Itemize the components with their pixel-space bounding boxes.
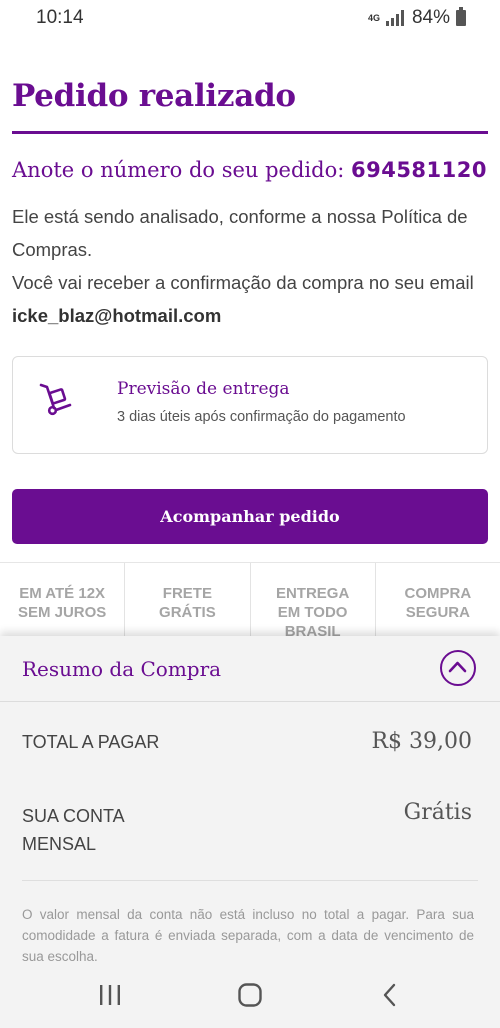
total-value: R$ 39,00 [371,729,472,754]
confirmation-text: Você vai receber a confirmação da compra… [12,266,488,332]
benefit-installments: EM ATÉ 12X SEM JUROS [0,563,126,637]
monthly-label: SUA CONTA MENSAL [22,802,125,858]
order-info-text: Ele está sendo analisado, conforme a nos… [12,200,488,332]
title-divider [12,131,488,134]
delivery-estimate-card: Previsão de entrega 3 dias úteis após co… [12,356,488,454]
benefit-free-shipping: FRETE GRÁTIS [125,563,251,637]
recents-icon[interactable] [90,978,130,1012]
status-bar: 10:14 4G 84% [0,0,500,36]
billing-footnote: O valor mensal da conta não está incluso… [22,907,474,964]
analysis-text: Ele está sendo analisado, conforme a nos… [12,206,468,260]
battery-icon [456,7,466,26]
track-order-button[interactable]: Acompanhar pedido [12,489,488,544]
benefit-line: GRÁTIS [159,604,216,621]
order-number-line: Anote o número do seu pedido: 694581120 [12,158,487,182]
benefits-strip: EM ATÉ 12X SEM JUROS FRETE GRÁTIS ENTREG… [0,562,500,637]
benefit-line: SEGURA [405,604,470,621]
chevron-up-circle-icon[interactable] [440,650,476,686]
benefit-line: EM TODO [277,604,348,621]
benefit-line: EM ATÉ 12X [19,585,106,602]
monthly-label-line: SUA CONTA [22,806,125,826]
status-indicators: 4G 84% [366,7,466,29]
total-label: TOTAL A PAGAR [22,732,160,752]
status-time: 10:14 [36,7,84,28]
summary-divider [22,880,478,881]
benefit-line: FRETE [162,585,212,602]
summary-title: Resumo da Compra [22,657,222,681]
battery-percent: 84% [411,7,450,28]
benefit-line: SEM JUROS [17,604,107,621]
network-type-icon: 4G [367,12,380,23]
hand-truck-icon [39,383,72,416]
signal-icon [385,10,404,26]
benefit-nationwide-delivery: ENTREGA EM TODO BRASIL [251,563,376,637]
delivery-subtitle: 3 dias úteis após confirmação do pagamen… [117,409,406,425]
back-icon[interactable] [370,978,410,1012]
page-title: Pedido realizado [12,78,296,114]
benefit-line: COMPRA [404,585,472,602]
order-number-label: Anote o número do seu pedido: [12,158,351,182]
customer-email: icke_blaz@hotmail.com [12,305,222,326]
monthly-label-line: MENSAL [22,834,97,854]
summary-header[interactable]: Resumo da Compra [0,636,500,702]
confirmation-label: Você vai receber a confirmação da compra… [12,272,474,293]
system-nav-bar [0,966,500,1028]
order-number: 694581120 [350,158,487,182]
home-icon[interactable] [230,978,270,1012]
monthly-value: Grátis [403,800,472,825]
benefit-line: BRASIL [284,623,341,637]
benefit-line: ENTREGA [275,585,350,602]
benefit-secure-purchase: COMPRA SEGURA [376,563,500,637]
delivery-title: Previsão de entrega [117,379,290,399]
